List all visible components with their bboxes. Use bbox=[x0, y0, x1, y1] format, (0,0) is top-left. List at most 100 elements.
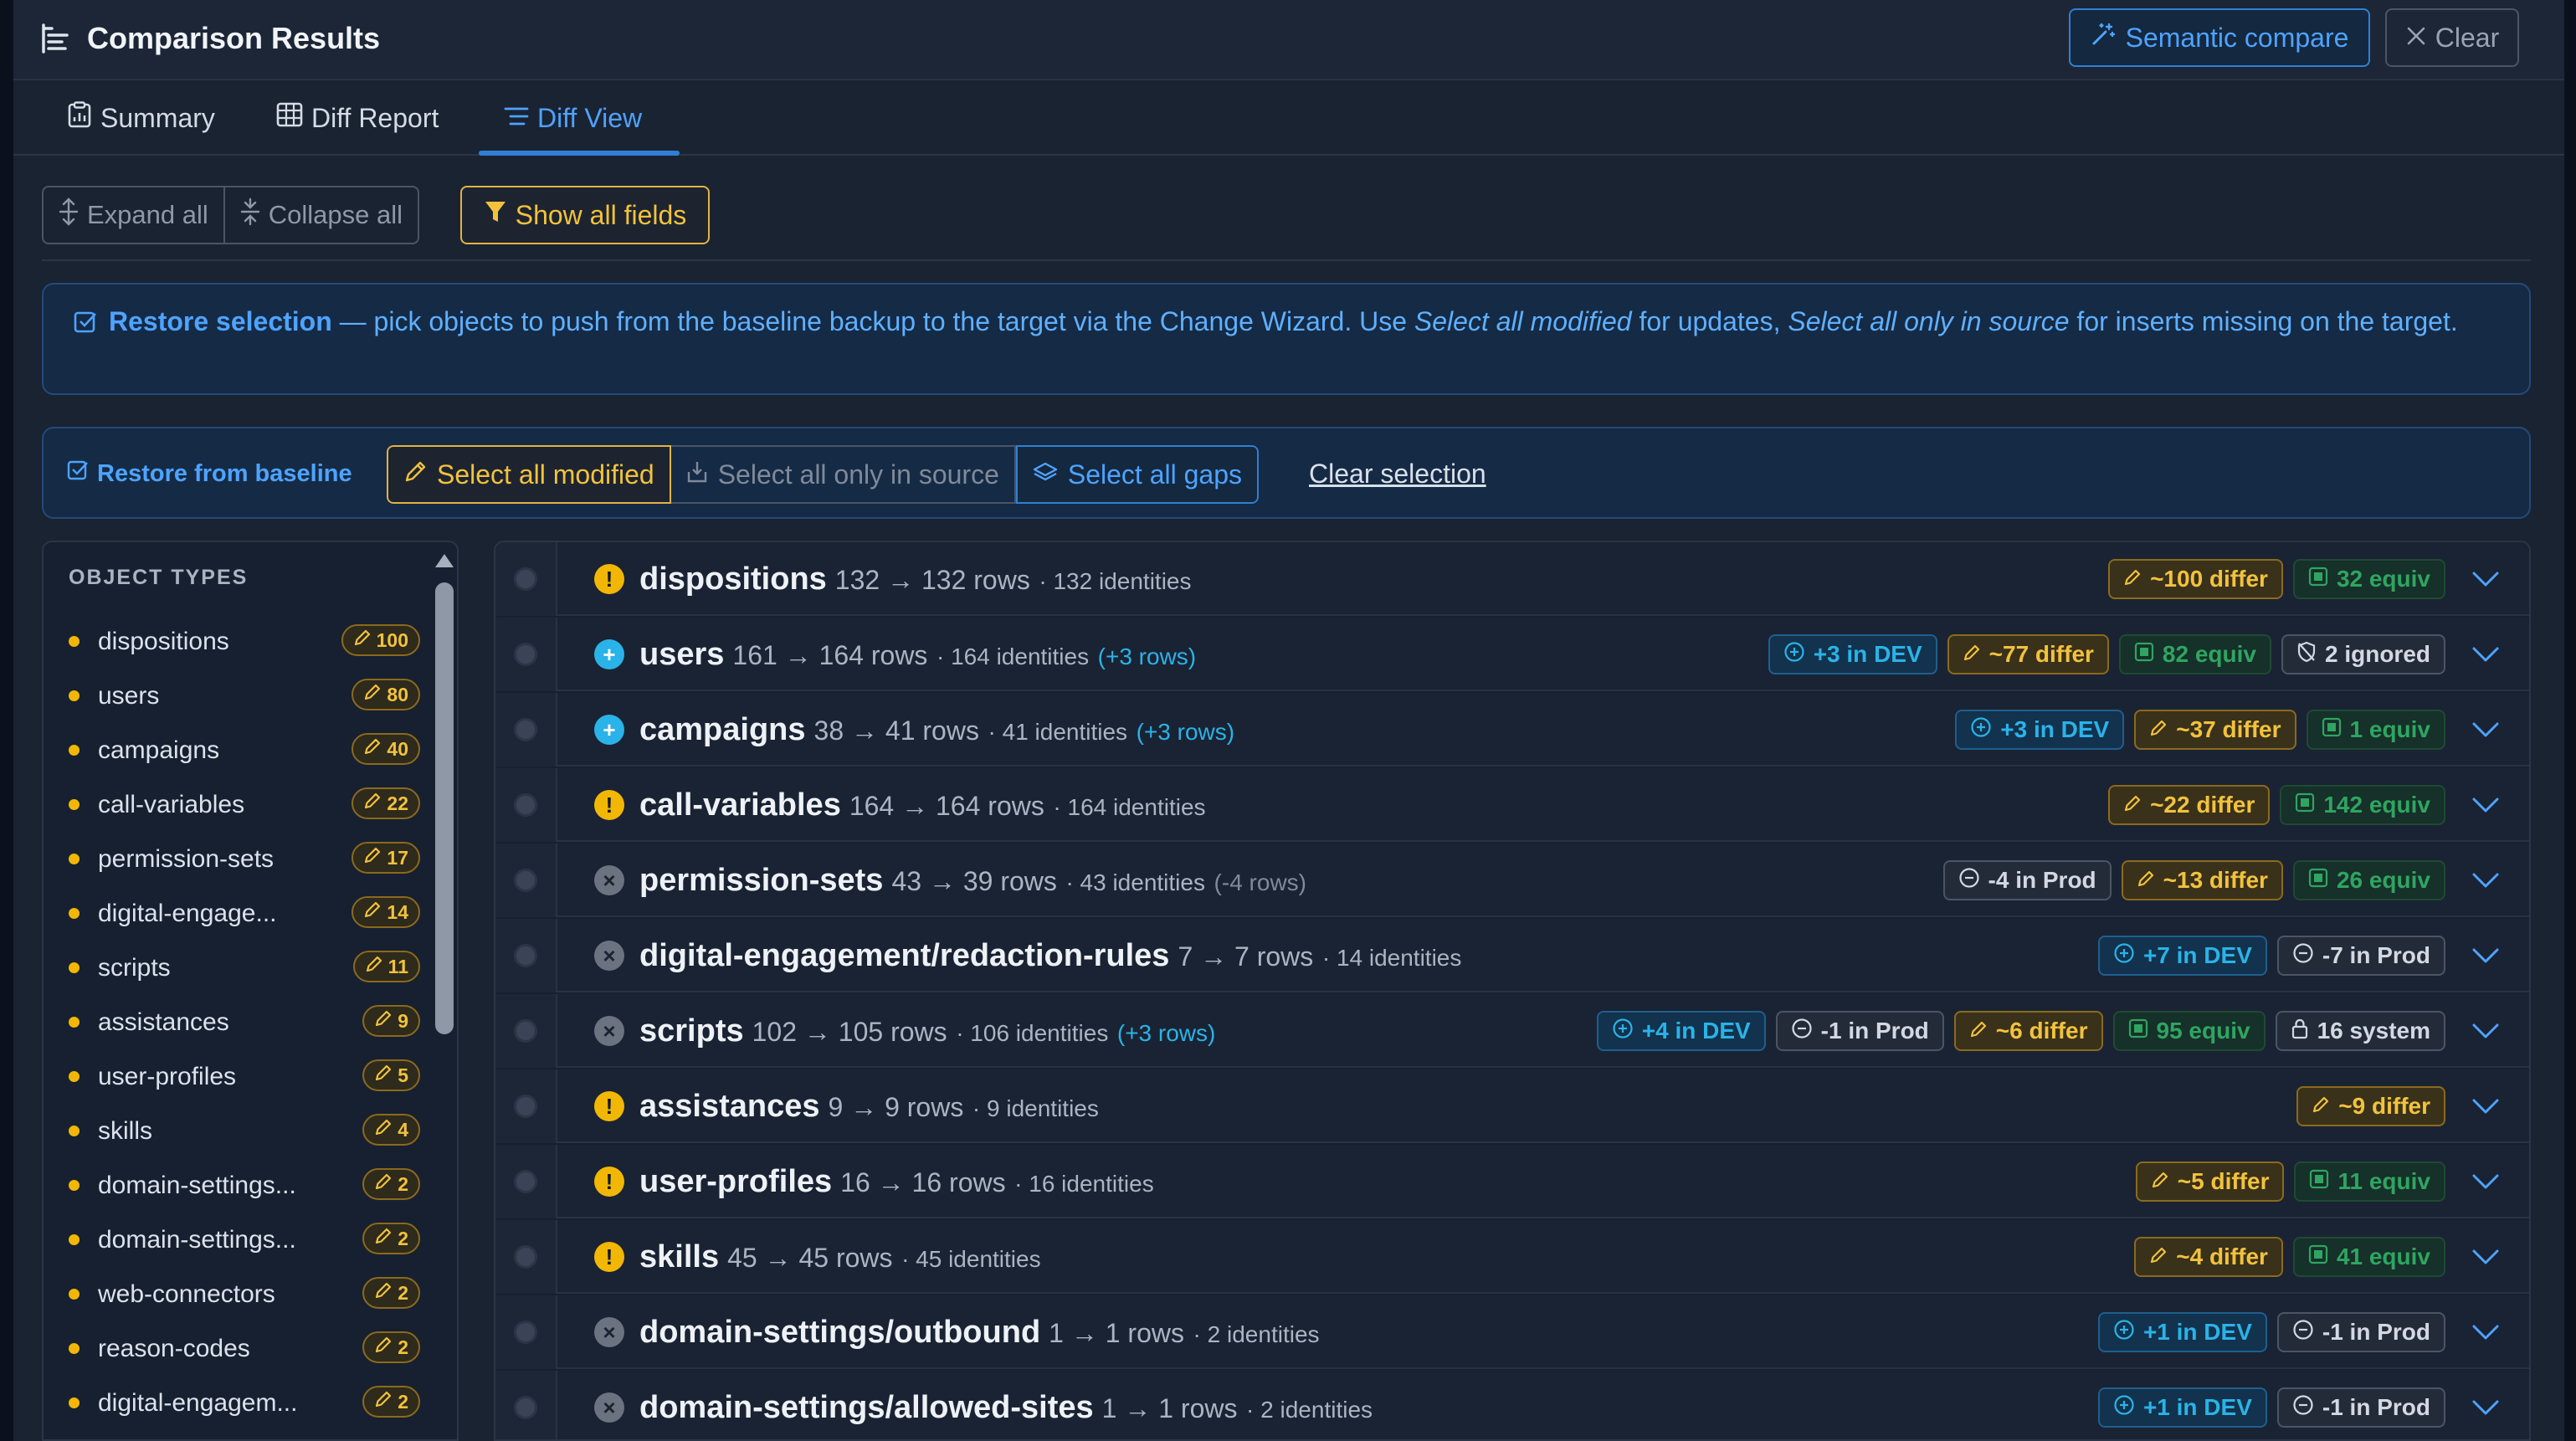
object-name: scripts bbox=[639, 1013, 744, 1049]
chevron-down-icon[interactable] bbox=[2469, 1392, 2502, 1423]
status-badge: ~13 differ bbox=[2121, 860, 2283, 900]
row-select-radio[interactable] bbox=[514, 1320, 537, 1344]
sidebar-item[interactable]: user-profiles 5 bbox=[69, 1049, 420, 1104]
sidebar-item[interactable]: dispositions 100 bbox=[69, 614, 420, 669]
sidebar-item[interactable]: web-connectors 2 bbox=[69, 1267, 420, 1321]
pencil-icon bbox=[374, 1227, 393, 1250]
collapse-all-button[interactable]: Collapse all bbox=[223, 187, 418, 243]
tab-diff-report-label: Diff Report bbox=[311, 102, 439, 133]
equivalent-icon bbox=[2322, 716, 2342, 743]
sidebar-item[interactable]: reason-codes 2 bbox=[69, 1321, 420, 1376]
clear-selection-link[interactable]: Clear selection bbox=[1309, 454, 1486, 494]
badge-label: +1 in DEV bbox=[2142, 1394, 2252, 1420]
sidebar-item-label: skills bbox=[98, 1116, 152, 1145]
plus-circle-icon bbox=[2113, 1319, 2135, 1346]
row-select-radio[interactable] bbox=[514, 1245, 537, 1269]
show-all-fields-button[interactable]: Show all fields bbox=[460, 186, 710, 244]
select-cell bbox=[495, 1145, 557, 1218]
expand-all-button[interactable]: Expand all bbox=[44, 187, 223, 243]
table-row[interactable]: + users 161 → 164 rows · 164 identities (… bbox=[495, 618, 2529, 691]
status-dot bbox=[69, 908, 80, 919]
sidebar-item[interactable]: assistances 9 bbox=[69, 995, 420, 1049]
identity-count: · 14 identities bbox=[1321, 945, 1462, 971]
chevron-down-icon[interactable] bbox=[2469, 1242, 2502, 1272]
modified-count-badge: 2 bbox=[362, 1223, 420, 1254]
identity-count: · 16 identities bbox=[1014, 1171, 1154, 1197]
tab-diff-view[interactable]: Diff View bbox=[504, 80, 642, 156]
row-select-radio[interactable] bbox=[514, 1019, 537, 1043]
table-row[interactable]: ! assistances 9 → 9 rows · 9 identities ~… bbox=[495, 1069, 2529, 1143]
tab-summary[interactable]: Summary bbox=[67, 80, 215, 156]
sidebar-item[interactable]: permission-sets 17 bbox=[69, 832, 420, 886]
sidebar-item[interactable]: call-variables 22 bbox=[69, 777, 420, 832]
badge-label: 2 ignored bbox=[2324, 641, 2430, 667]
modified-count-badge: 100 bbox=[341, 624, 420, 656]
sidebar-scrollbar[interactable] bbox=[430, 549, 455, 1439]
table-row[interactable]: × domain-settings/outbound 1 → 1 rows · 2… bbox=[495, 1295, 2529, 1369]
clear-button[interactable]: Clear bbox=[2385, 8, 2519, 67]
status-badge: -1 in Prod bbox=[2276, 1387, 2445, 1428]
table-row[interactable]: × scripts 102 → 105 rows · 106 identities… bbox=[495, 994, 2529, 1068]
scroll-thumb[interactable] bbox=[435, 582, 454, 1034]
sidebar-item[interactable]: domain-settings... 2 bbox=[69, 1213, 420, 1267]
chevron-down-icon[interactable] bbox=[2469, 865, 2502, 895]
select-all-modified-button[interactable]: Select all modified bbox=[387, 445, 671, 504]
scroll-up-arrow[interactable] bbox=[435, 554, 454, 567]
modified-count: 4 bbox=[398, 1118, 408, 1141]
modified-count-badge: 2 bbox=[362, 1386, 420, 1418]
sidebar-item-label: call-variables bbox=[98, 790, 245, 818]
row-select-radio[interactable] bbox=[514, 718, 537, 741]
table-row[interactable]: ! call-variables 164 → 164 rows · 164 ide… bbox=[495, 768, 2529, 842]
row-count: 161 → 164 rows bbox=[732, 640, 928, 670]
row-select-radio[interactable] bbox=[514, 1170, 537, 1193]
chevron-down-icon[interactable] bbox=[2469, 941, 2502, 971]
sidebar-item[interactable]: campaigns 40 bbox=[69, 723, 420, 777]
row-select-radio[interactable] bbox=[514, 643, 537, 666]
modified-count: 40 bbox=[387, 737, 408, 760]
minus-circle-icon bbox=[2292, 1394, 2314, 1422]
select-all-only-in-source-button[interactable]: Select all only in source bbox=[670, 445, 1016, 504]
chevron-down-icon[interactable] bbox=[2469, 790, 2502, 820]
status-badge: 16 system bbox=[2275, 1011, 2445, 1051]
sidebar-item[interactable]: digital-engagem... 2 bbox=[69, 1376, 420, 1430]
sidebar-item[interactable]: skills 4 bbox=[69, 1104, 420, 1158]
table-row[interactable]: ! skills 45 → 45 rows · 45 identities ~4 … bbox=[495, 1220, 2529, 1294]
row-select-radio[interactable] bbox=[514, 1396, 537, 1419]
chevron-down-icon[interactable] bbox=[2469, 1317, 2502, 1347]
row-select-radio[interactable] bbox=[514, 944, 537, 967]
select-all-gaps-button[interactable]: Select all gaps bbox=[1015, 445, 1259, 504]
table-row[interactable]: ! dispositions 132 → 132 rows · 132 ident… bbox=[495, 542, 2529, 616]
table-row[interactable]: × domain-settings/allowed-sites 1 → 1 row… bbox=[495, 1371, 2529, 1439]
page-title: Comparison Results bbox=[87, 21, 381, 55]
chevron-down-icon[interactable] bbox=[2469, 1016, 2502, 1046]
row-select-radio[interactable] bbox=[514, 1095, 537, 1118]
row-select-radio[interactable] bbox=[514, 869, 537, 892]
sidebar-item[interactable]: digital-engage... 14 bbox=[69, 886, 420, 941]
identity-count: · 41 identities bbox=[988, 719, 1128, 745]
tab-diff-report[interactable]: Diff Report bbox=[276, 80, 439, 156]
semantic-compare-button[interactable]: Semantic compare bbox=[2069, 8, 2370, 67]
table-row[interactable]: × permission-sets 43 → 39 rows · 43 ident… bbox=[495, 844, 2529, 917]
chevron-down-icon[interactable] bbox=[2469, 1091, 2502, 1121]
chevron-down-icon[interactable] bbox=[2469, 1167, 2502, 1197]
sidebar-item[interactable]: domain-settings... 2 bbox=[69, 1158, 420, 1213]
sidebar-item[interactable]: scripts 11 bbox=[69, 941, 420, 995]
badge-group: +3 in DEV ~77 differ 82 equiv 2 ignored bbox=[1768, 634, 2445, 674]
badge-label: 26 equiv bbox=[2336, 867, 2430, 893]
chevron-down-icon[interactable] bbox=[2469, 715, 2502, 745]
minus-circle-icon bbox=[2292, 1319, 2314, 1346]
pencil-icon bbox=[363, 846, 382, 869]
modified-count: 22 bbox=[387, 792, 408, 814]
table-row[interactable]: × digital-engagement/redaction-rules 7 → … bbox=[495, 919, 2529, 992]
row-select-radio[interactable] bbox=[514, 567, 537, 591]
chevron-down-icon[interactable] bbox=[2469, 639, 2502, 669]
sidebar-item[interactable]: users 80 bbox=[69, 669, 420, 723]
row-select-radio[interactable] bbox=[514, 793, 537, 817]
table-row[interactable]: ! user-profiles 16 → 16 rows · 16 identit… bbox=[495, 1145, 2529, 1218]
row-count: 164 → 164 rows bbox=[849, 791, 1044, 821]
chevron-down-icon[interactable] bbox=[2469, 564, 2502, 594]
badge-label: +7 in DEV bbox=[2142, 942, 2252, 968]
badge-group: ~5 differ 11 equiv bbox=[2135, 1162, 2445, 1202]
sidebar-item[interactable]: digital-engagem... 2 bbox=[69, 1430, 420, 1439]
table-row[interactable]: + campaigns 38 → 41 rows · 41 identities … bbox=[495, 693, 2529, 767]
